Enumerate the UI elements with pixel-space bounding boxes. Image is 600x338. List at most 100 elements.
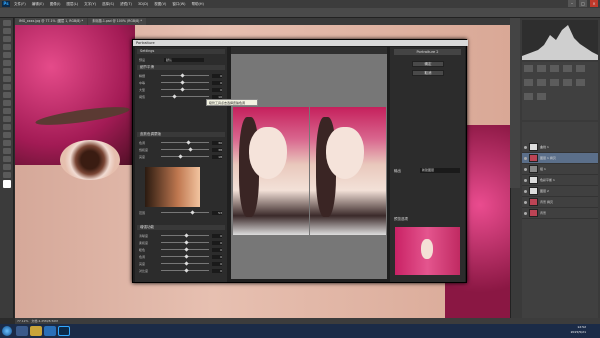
move-tool-icon[interactable] <box>2 20 11 26</box>
slider-value[interactable]: 0 <box>212 268 222 273</box>
enhancements-header[interactable]: 增强功能 <box>137 225 225 230</box>
slider-value[interactable]: 0 <box>212 80 222 85</box>
cancel-button[interactable]: 取消 <box>412 70 444 76</box>
slider-hue[interactable]: 色调 30 <box>139 139 223 145</box>
maximize-icon[interactable]: □ <box>579 0 587 7</box>
slider-softness[interactable]: 柔和度 0 <box>139 239 223 245</box>
photo-filter-adjust-icon[interactable] <box>563 79 572 86</box>
layer-row[interactable]: 背景 <box>522 208 598 219</box>
system-clock[interactable]: 12:52 2015/5/21 <box>571 325 586 335</box>
hue-adjust-icon[interactable] <box>524 79 533 86</box>
slider-thumb[interactable] <box>184 253 189 259</box>
slider-value[interactable]: 0 <box>212 73 222 78</box>
navigator-thumbnail[interactable] <box>395 227 460 275</box>
slider-thumb[interactable] <box>184 246 189 252</box>
eye-icon[interactable] <box>524 156 527 160</box>
slider-thumb[interactable] <box>184 232 189 238</box>
explorer-taskbar-icon[interactable] <box>30 326 42 336</box>
path-select-tool-icon[interactable] <box>2 148 11 154</box>
slider-value[interactable]: 10 <box>212 94 222 99</box>
layer-row[interactable]: 色彩平衡 1 <box>522 175 598 186</box>
channel-mixer-adjust-icon[interactable] <box>576 79 585 86</box>
slider-value[interactable]: 18 <box>212 154 222 159</box>
slider-thumb[interactable] <box>184 239 189 245</box>
slider-range[interactable]: 范围 53 <box>139 209 223 215</box>
eraser-tool-icon[interactable] <box>2 100 11 106</box>
layer-row[interactable]: 组 1 <box>522 164 598 175</box>
preset-value[interactable]: 默认 <box>164 57 204 62</box>
slider-medium[interactable]: 中等 0 <box>139 79 223 85</box>
invert-adjust-icon[interactable] <box>524 93 533 100</box>
tab-document-2[interactable]: 未标题-1.psd @ 100% (RGB/8) * <box>88 18 146 25</box>
exposure-adjust-icon[interactable] <box>563 65 572 72</box>
menu-edit[interactable]: 编辑(E) <box>32 2 44 7</box>
dodge-tool-icon[interactable] <box>2 124 11 130</box>
slider-value[interactable]: 38 <box>212 147 222 152</box>
shape-tool-icon[interactable] <box>2 156 11 162</box>
slider-thumb[interactable] <box>184 260 189 266</box>
layer-row[interactable]: 图层 2 <box>522 186 598 197</box>
zoom-level[interactable]: 77.12% <box>17 319 28 323</box>
minimize-icon[interactable]: – <box>568 0 576 7</box>
marquee-tool-icon[interactable] <box>2 28 11 34</box>
slider-tint[interactable]: 色调 0 <box>139 253 223 259</box>
menu-filter[interactable]: 滤镜(T) <box>120 2 132 7</box>
bw-adjust-icon[interactable] <box>550 79 559 86</box>
slider-value[interactable]: 0 <box>212 261 222 266</box>
start-button-icon[interactable] <box>2 326 12 336</box>
vibrance-adjust-icon[interactable] <box>576 65 585 72</box>
eye-icon[interactable] <box>524 189 527 193</box>
slider-thumb[interactable] <box>180 86 185 92</box>
menu-type[interactable]: 文字(Y) <box>84 2 96 7</box>
eye-icon[interactable] <box>524 145 527 149</box>
pen-tool-icon[interactable] <box>2 132 11 138</box>
preset-select[interactable]: 预设 默认 <box>139 57 223 62</box>
detail-smoothing-header[interactable]: 细节平滑 <box>137 65 225 70</box>
slider-value[interactable]: 53 <box>212 210 222 215</box>
preview-area[interactable] <box>231 54 387 279</box>
photoshop-taskbar-icon[interactable] <box>58 326 70 336</box>
slider-thumb[interactable] <box>188 146 193 152</box>
gradient-tool-icon[interactable] <box>2 108 11 114</box>
brush-tool-icon[interactable] <box>2 76 11 82</box>
slider-value[interactable]: 0 <box>212 247 222 252</box>
layer-row[interactable]: 图层 1 拷贝 <box>522 153 598 164</box>
tab-document-1[interactable]: IMG_xxxx.jpg @ 77.1% (图层 1, RGB/8) * <box>15 18 88 25</box>
slider-value[interactable]: 0 <box>212 87 222 92</box>
menu-view[interactable]: 视图(V) <box>154 2 166 7</box>
slider-fine[interactable]: 精细 0 <box>139 72 223 78</box>
slider-thumb[interactable] <box>184 267 189 273</box>
slider-sharpness[interactable]: 清晰度 0 <box>139 232 223 238</box>
slider-thumb[interactable] <box>178 153 183 159</box>
slider-brightness[interactable]: 亮度 0 <box>139 260 223 266</box>
eye-icon[interactable] <box>524 178 527 182</box>
slider-value[interactable]: 0 <box>212 240 222 245</box>
blur-tool-icon[interactable] <box>2 116 11 122</box>
slider-value[interactable]: 0 <box>212 233 222 238</box>
slider-luminance[interactable]: 亮度 18 <box>139 153 223 159</box>
quick-select-tool-icon[interactable] <box>2 44 11 50</box>
curves-adjust-icon[interactable] <box>550 65 559 72</box>
skin-tone-mask-header[interactable]: 皮肤色调蒙版 <box>137 132 225 137</box>
output-select[interactable]: 新建图层 <box>420 168 460 173</box>
history-brush-tool-icon[interactable] <box>2 92 11 98</box>
levels-adjust-icon[interactable] <box>537 65 546 72</box>
menu-select[interactable]: 选择(S) <box>102 2 114 7</box>
close-icon[interactable]: × <box>590 0 598 7</box>
eye-icon[interactable] <box>524 211 527 215</box>
hand-tool-icon[interactable] <box>2 164 11 170</box>
ok-button[interactable]: 确定 <box>412 61 444 67</box>
slider-thumb[interactable] <box>190 209 195 215</box>
menu-layer[interactable]: 图层(L) <box>66 2 78 7</box>
healing-brush-tool-icon[interactable] <box>2 68 11 74</box>
slider-large[interactable]: 大型 0 <box>139 86 223 92</box>
eye-icon[interactable] <box>524 167 527 171</box>
ie-taskbar-icon[interactable] <box>16 326 28 336</box>
menu-image[interactable]: 图像(I) <box>50 2 61 7</box>
slider-warmth[interactable]: 暖色 0 <box>139 246 223 252</box>
skin-color-picker[interactable] <box>145 167 200 207</box>
lasso-tool-icon[interactable] <box>2 36 11 42</box>
slider-thumb[interactable] <box>180 72 185 78</box>
color-balance-adjust-icon[interactable] <box>537 79 546 86</box>
menu-file[interactable]: 文件(F) <box>14 2 26 7</box>
